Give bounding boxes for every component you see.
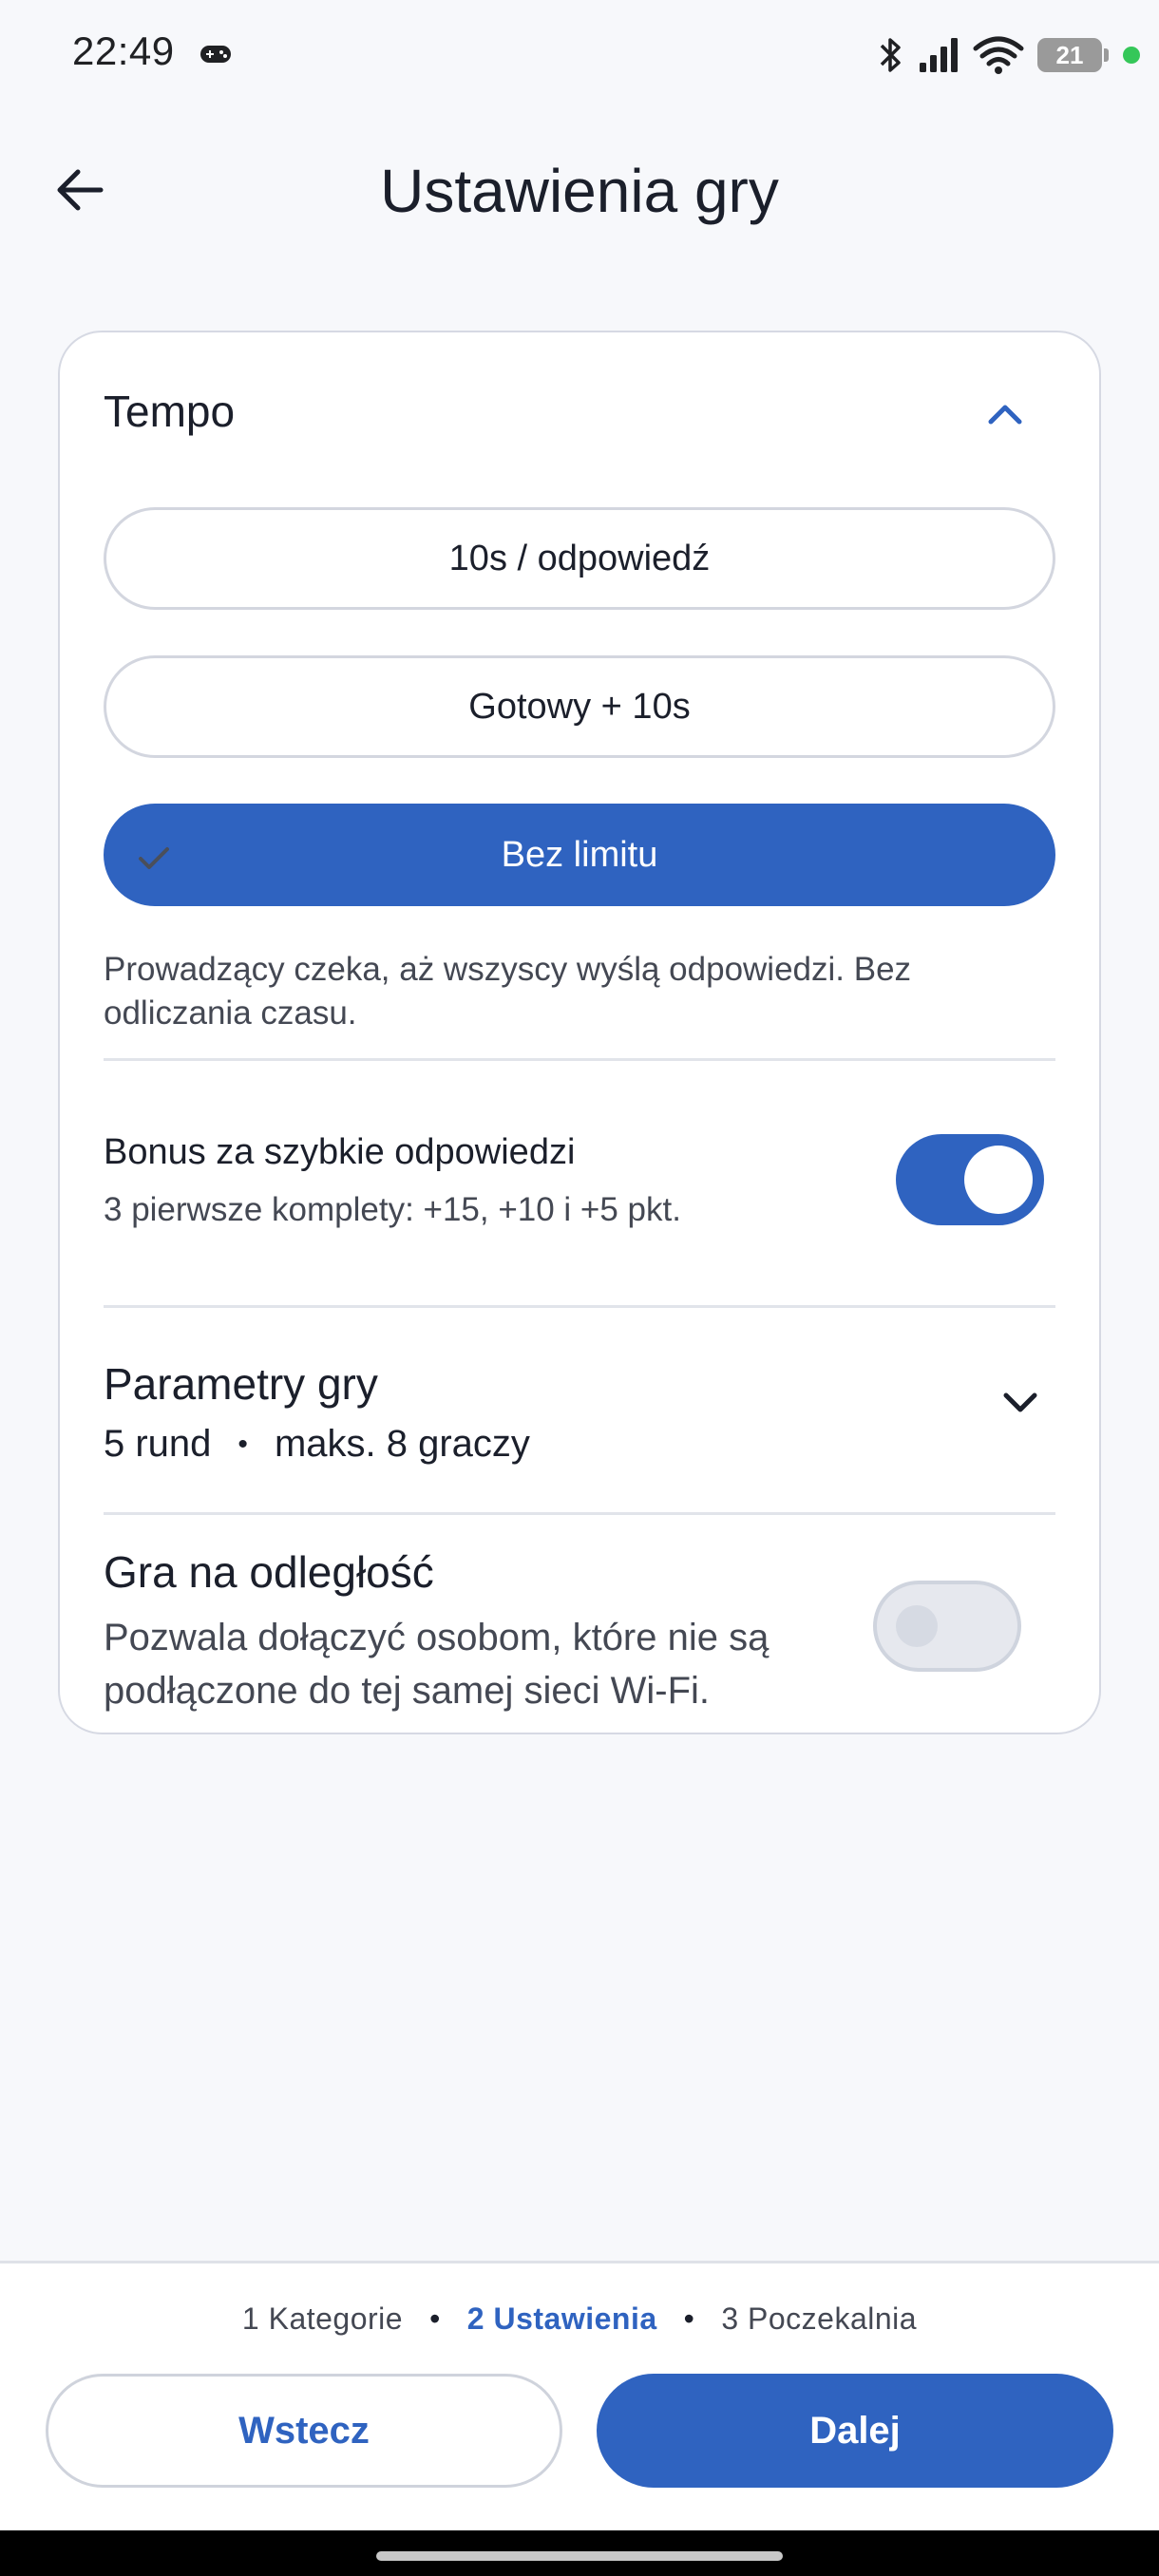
status-time: 22:49	[72, 28, 175, 73]
chevron-down-icon	[1003, 1392, 1037, 1412]
bottom-bar: 1 Kategorie • 2 Ustawienia • 3 Poczekalnia W…	[0, 2261, 1159, 2530]
step-2-active: 2 Ustawienia	[466, 2301, 657, 2336]
privacy-indicator-dot	[1123, 47, 1140, 64]
signal-icon	[920, 38, 958, 72]
divider	[104, 1305, 1055, 1308]
params-summary: 5 rund • maks. 8 graczy	[104, 1423, 530, 1466]
params-rounds: 5 rund	[104, 1423, 212, 1465]
wifi-icon	[973, 36, 1024, 74]
step-separator: •	[683, 2301, 695, 2336]
page-title: Ustawienia gry	[380, 157, 779, 225]
bluetooth-icon	[880, 38, 901, 72]
bonus-title: Bonus za szybkie odpowiedzi	[104, 1132, 576, 1172]
bullet-separator: •	[238, 1428, 248, 1460]
tempo-option-label: Bez limitu	[501, 834, 658, 875]
tempo-option-10s[interactable]: 10s / odpowiedź	[104, 507, 1055, 610]
status-icons: 21	[878, 28, 1140, 82]
remote-subtitle: Pozwala dołączyć osobom, które nie są po…	[104, 1617, 770, 1712]
step-separator: •	[429, 2301, 441, 2336]
tempo-option-ready[interactable]: Gotowy + 10s	[104, 655, 1055, 758]
home-handle[interactable]	[376, 2551, 783, 2561]
tempo-description: Prowadzący czeka, aż wszyscy wyślą odpow…	[104, 951, 912, 1032]
battery-icon: 21	[1037, 38, 1109, 72]
divider	[104, 1512, 1055, 1515]
chevron-up-icon	[988, 405, 1022, 425]
back-step-button[interactable]: Wstecz	[46, 2374, 562, 2488]
next-step-button[interactable]: Dalej	[597, 2374, 1113, 2488]
tempo-section-header[interactable]: Tempo	[104, 386, 1055, 443]
step-1: 1 Kategorie	[241, 2301, 404, 2336]
gamepad-icon	[200, 46, 231, 63]
system-nav-area	[0, 2530, 1159, 2576]
bonus-toggle[interactable]	[896, 1134, 1044, 1225]
tempo-option-no-limit[interactable]: Bez limitu	[104, 804, 1055, 906]
remote-title: Gra na odległość	[104, 1547, 434, 1597]
params-title: Parametry gry	[104, 1359, 378, 1409]
step-3: 3 Poczekalnia	[721, 2301, 918, 2336]
tempo-option-label: Gotowy + 10s	[468, 686, 691, 727]
divider	[104, 1058, 1055, 1061]
tempo-title: Tempo	[104, 387, 236, 436]
step-indicator: 1 Kategorie • 2 Ustawienia • 3 Poczekalnia	[0, 2301, 1159, 2337]
params-players: maks. 8 graczy	[274, 1423, 530, 1465]
bonus-subtitle: 3 pierwsze komplety: +15, +10 i +5 pkt.	[104, 1191, 681, 1228]
toggle-knob	[964, 1146, 1033, 1214]
status-bar: 22:49 21	[0, 0, 1159, 114]
toggle-knob	[896, 1605, 938, 1647]
tempo-option-label: 10s / odpowiedź	[448, 538, 711, 578]
check-icon	[139, 847, 169, 869]
settings-card: Tempo 10s / odpowiedź Gotowy + 10s Bez l…	[58, 331, 1101, 1734]
remote-toggle[interactable]	[873, 1581, 1021, 1672]
